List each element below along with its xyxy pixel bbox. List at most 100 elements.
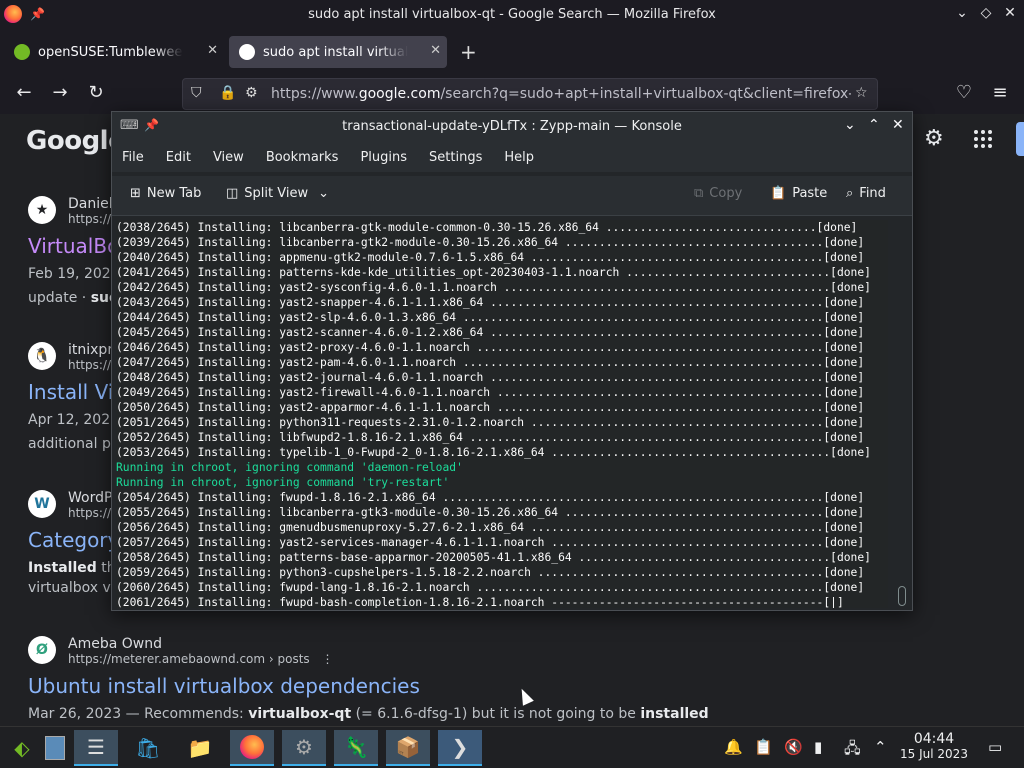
back-icon[interactable]: ← [12,82,36,103]
app-launcher-icon[interactable]: ⬖ [0,730,44,766]
minimize-icon[interactable]: ⌄ [844,117,856,133]
konsole-title: transactional-update-yDLfTx : Zypp-main … [342,119,682,134]
konsole-menubar: File Edit View Bookmarks Plugins Setting… [112,142,912,172]
tab-opensuse[interactable]: openSUSE:Tumbleweed up ✕ [4,36,224,68]
window-title: sudo apt install virtualbox-qt - Google … [308,7,716,22]
desktop-pager-icon[interactable] [40,730,70,766]
tray-expand-icon[interactable]: ⌃ [874,738,887,756]
result-snippet-bold: virtualbox-qt [248,706,352,722]
tab-strip: openSUSE:Tumbleweed up ✕ sudo apt instal… [0,36,1024,68]
close-icon[interactable]: ✕ [1000,5,1020,21]
terminal-line: (2059/2645) Installing: python3-cupshelp… [116,566,865,579]
network-icon[interactable]: 🖧 [844,738,861,763]
tab-google-search[interactable]: sudo apt install virtualbox ✕ [229,36,447,68]
site-favicon: ★ [28,196,56,224]
clipboard-icon[interactable]: 📋 [754,738,773,756]
firefox-taskbar-icon[interactable] [230,730,274,766]
url-prefix: https://www. [271,86,359,102]
more-options-icon[interactable]: ⋮ [322,652,334,666]
terminal-line: (2055/2645) Installing: libcanberra-gtk3… [116,506,865,519]
tab-label: openSUSE:Tumbleweed up [38,44,183,60]
minimize-icon[interactable]: ⌄ [952,5,972,21]
system-settings-icon[interactable]: ☰ [74,730,118,766]
reload-icon[interactable]: ↻ [84,82,108,103]
navigation-bar: ← → ↻ ⛉ 🔒 ⚙ https://www.google.com/searc… [0,74,1024,114]
menu-bookmarks[interactable]: Bookmarks [266,150,339,165]
google-apps-icon[interactable] [974,130,992,148]
close-icon[interactable]: ✕ [892,117,904,133]
find-button[interactable]: ⌕ Find [846,186,886,201]
battery-icon[interactable]: ▮ [814,738,822,756]
konsole-taskbar-icon[interactable]: ❯ [438,730,482,766]
sign-in-button[interactable] [1016,122,1024,156]
konsole-toolbar: ⊞ New Tab ◫ Split View ⌄ ⧉ Copy 📋 Paste ⌕ Find [112,176,912,216]
shield-icon[interactable]: ⛉ [191,85,202,101]
menu-file[interactable]: File [122,150,144,165]
terminal-line: (2054/2645) Installing: fwupd-1.8.16-2.1… [116,491,865,504]
menu-view[interactable]: View [213,150,244,165]
settings-gear-icon[interactable]: ⚙ [924,126,944,151]
lock-icon[interactable]: 🔒 [219,85,236,101]
file-manager-icon[interactable]: 📁 [178,730,222,766]
terminal-line: (2040/2645) Installing: appmenu-gtk2-mod… [116,251,865,264]
clock[interactable]: 04:44 15 Jul 2023 [896,731,972,761]
terminal-line: (2049/2645) Installing: yast2-firewall-4… [116,386,865,399]
maximize-icon[interactable]: ◇ [976,5,996,21]
copy-button[interactable]: ⧉ Copy [694,186,742,201]
copy-icon: ⧉ [694,186,704,201]
terminal-line: (2047/2645) Installing: yast2-pam-4.6.0-… [116,356,865,369]
wordpress-icon: W [28,490,56,518]
search-result: Ø Ameba Ownd https://meterer.amebaownd.c… [28,636,709,722]
terminal-line: Running in chroot, ignoring command 'try… [116,476,450,489]
clock-date: 15 Jul 2023 [900,747,968,761]
menu-settings[interactable]: Settings [429,150,482,165]
menu-plugins[interactable]: Plugins [360,150,407,165]
opensuse-app-icon[interactable]: 🦎 [334,730,378,766]
terminal-line: (2051/2645) Installing: python311-reques… [116,416,865,429]
search-icon: ⌕ [846,186,854,201]
firefox-titlebar: 📌 sudo apt install virtualbox-qt - Googl… [0,0,1024,30]
konsole-window: ⌨ 📌 transactional-update-yDLfTx : Zypp-m… [111,111,913,611]
terminal-line: (2056/2645) Installing: gmenudbusmenupro… [116,521,865,534]
split-view-button[interactable]: ◫ Split View ⌄ [226,186,329,201]
split-view-icon: ◫ [226,186,239,201]
taskbar: ⬖ ☰ 🛍 📁 ⚙ 🦎 📦 ❯ 🔔 📋 🔇 ▮ 🖧 ⌃ 04:44 15 Jul… [0,726,1024,768]
notifications-icon[interactable]: 🔔 [724,738,743,756]
menu-edit[interactable]: Edit [166,150,191,165]
result-snippet-bold: installed [640,706,709,722]
show-desktop-icon[interactable]: ▭ [988,738,1002,756]
bookmark-star-icon[interactable]: ☆ [855,85,868,101]
result-snippet: (= 6.1.6-dfsg-1) but it is not going to … [351,706,641,722]
close-tab-icon[interactable]: ✕ [207,43,218,58]
close-tab-icon[interactable]: ✕ [430,43,441,58]
terminal-scrollbar[interactable] [898,586,906,606]
terminal-output[interactable]: (2038/2645) Installing: libcanberra-gtk-… [116,220,888,608]
permissions-icon[interactable]: ⚙ [245,85,258,101]
yast-icon[interactable]: ⚙ [282,730,326,766]
result-snippet: — Recommends: [121,706,249,722]
result-date: Apr 12, 2022 [28,412,120,428]
paste-icon: 📋 [770,186,787,201]
maximize-icon[interactable]: ⌃ [868,117,880,133]
terminal-line: (2039/2645) Installing: libcanberra-gtk2… [116,236,865,249]
paste-button[interactable]: 📋 Paste [770,186,827,201]
new-tab-icon[interactable]: + [460,40,477,64]
terminal-line: (2048/2645) Installing: yast2-journal-4.… [116,371,865,384]
terminal-line: (2041/2645) Installing: patterns-kde-kde… [116,266,871,279]
tab-label: sudo apt install virtualbox [263,44,408,60]
menu-icon[interactable]: ≡ [988,82,1012,103]
konsole-titlebar: ⌨ 📌 transactional-update-yDLfTx : Zypp-m… [112,112,912,142]
discover-store-icon[interactable]: 🛍 [126,730,170,766]
url-bar[interactable]: ⛉ 🔒 ⚙ https://www.google.com/search?q=su… [182,78,878,110]
volume-muted-icon[interactable]: 🔇 [784,738,803,756]
new-tab-button[interactable]: ⊞ New Tab [130,186,201,201]
menu-help[interactable]: Help [504,150,534,165]
pocket-icon[interactable]: ♡ [952,82,976,103]
forward-icon[interactable]: → [48,82,72,103]
result-date: Feb 19, 2023 [28,266,120,282]
terminal-line: (2057/2645) Installing: yast2-services-m… [116,536,865,549]
url-text[interactable]: https://www.google.com/search?q=sudo+apt… [271,86,851,102]
clock-time: 04:44 [913,731,955,747]
package-installer-icon[interactable]: 📦 [386,730,430,766]
result-link[interactable]: Ubuntu install virtualbox dependencies [28,674,709,698]
